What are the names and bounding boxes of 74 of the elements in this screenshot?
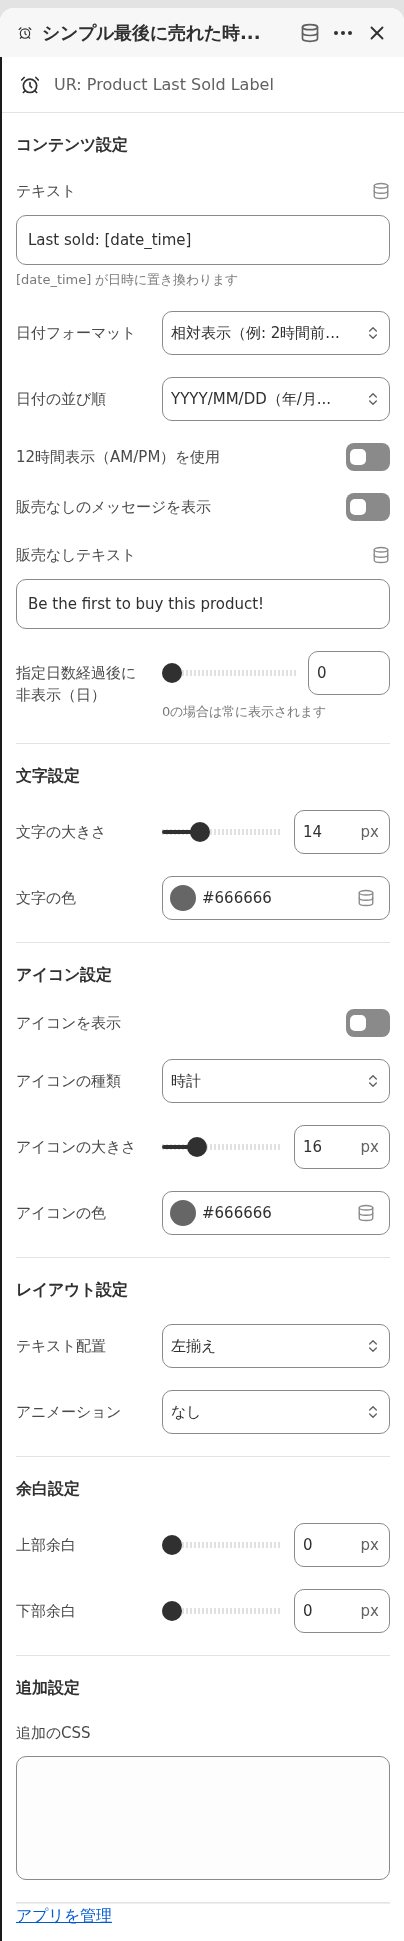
toggle-switch[interactable] [346, 493, 390, 521]
toggle-label: アイコンを表示 [16, 1013, 121, 1034]
field-label: テキスト [16, 181, 76, 202]
number-value: 0 [303, 1536, 313, 1554]
unit-label: px [360, 1138, 379, 1156]
alarm-clock-icon [18, 25, 32, 40]
database-icon[interactable] [357, 889, 375, 907]
number-field[interactable]: 16 px [294, 1125, 390, 1169]
section-title: コンテンツ設定 [16, 134, 129, 156]
toggle-label: 12時間表示（AM/PM）を使用 [16, 447, 221, 468]
select-field[interactable]: 時計 [162, 1059, 390, 1103]
slider-handle[interactable] [190, 822, 210, 842]
section-title: 余白設定 [16, 1478, 81, 1500]
section-title: アイコン設定 [16, 964, 113, 986]
field-label: 文字の色 [16, 888, 77, 909]
color-field[interactable]: #666666 [162, 1191, 390, 1235]
section-title: 追加設定 [16, 1677, 81, 1699]
manage-apps-link[interactable]: アプリを管理 [16, 1906, 112, 1925]
section-title: レイアウト設定 [16, 1279, 129, 1301]
toggle-switch[interactable] [346, 1009, 390, 1037]
number-value: 0 [317, 664, 327, 682]
field-label: アイコンの種類 [16, 1071, 122, 1092]
select-field[interactable]: なし [162, 1390, 390, 1434]
database-icon[interactable] [372, 546, 390, 564]
slider-handle[interactable] [162, 1601, 182, 1621]
database-icon [300, 22, 320, 43]
select-field[interactable]: YYYY/MM/DD（年/月... [162, 377, 390, 421]
number-value: 16 [303, 1138, 323, 1156]
color-swatch[interactable] [170, 885, 196, 911]
color-value: #666666 [202, 1204, 273, 1222]
css-textarea[interactable] [16, 1756, 390, 1880]
slider-handle[interactable] [162, 663, 182, 683]
field-label: 下部余白 [16, 1601, 77, 1622]
field-label: テキスト配置 [16, 1336, 107, 1357]
database-icon[interactable] [357, 1204, 375, 1222]
unit-label: px [360, 1602, 379, 1620]
color-field[interactable]: #666666 [162, 876, 390, 920]
number-field[interactable]: 14 px [294, 810, 390, 854]
field-label: 上部余白 [16, 1535, 77, 1556]
select-field[interactable]: 相対表示（例: 2時間前... [162, 311, 390, 355]
alarm-clock-icon [20, 74, 40, 95]
section-title: 文字設定 [16, 765, 81, 787]
field-label: 日付の並び順 [16, 389, 107, 410]
app-name: UR: Product Last Sold Label [54, 75, 274, 94]
number-value: 0 [303, 1602, 313, 1620]
unit-label: px [360, 1536, 379, 1554]
help-text: [date_time] が日時に置き換わります [16, 271, 240, 289]
number-field[interactable]: 0 [308, 651, 390, 695]
unit-label: px [360, 823, 379, 841]
slider-handle[interactable] [162, 1535, 182, 1555]
field-label: アイコンの大きさ [16, 1137, 137, 1158]
more-button[interactable] [332, 28, 354, 37]
field-label: 日付フォーマット [16, 323, 137, 344]
field-label: 指定日数経過後に非表示（日） [16, 663, 137, 706]
toggle-label: 販売なしのメッセージを表示 [16, 497, 211, 518]
toggle-switch[interactable] [346, 443, 390, 471]
number-value: 14 [303, 823, 323, 841]
input-field[interactable]: Be the first to buy this product! [16, 579, 390, 629]
field-label: 追加のCSS [16, 1723, 92, 1744]
field-label: アニメーション [16, 1402, 122, 1423]
field-label: アイコンの色 [16, 1203, 107, 1224]
field-label: 文字の大きさ [16, 822, 107, 843]
more-icon [334, 30, 352, 35]
color-swatch[interactable] [170, 1200, 196, 1226]
select-field[interactable]: 左揃え [162, 1324, 390, 1368]
number-field[interactable]: 0 px [294, 1523, 390, 1567]
color-value: #666666 [202, 889, 273, 907]
database-icon[interactable] [372, 182, 390, 200]
number-field[interactable]: 0 px [294, 1589, 390, 1633]
slider-handle[interactable] [187, 1137, 207, 1157]
input-field[interactable]: Last sold: [date_time] [16, 215, 390, 265]
window-title: シンプル最後に売れた時... [42, 20, 262, 45]
field-label: 販売なしテキスト [16, 545, 136, 566]
help-text: 0の場合は常に表示されます [162, 703, 328, 721]
